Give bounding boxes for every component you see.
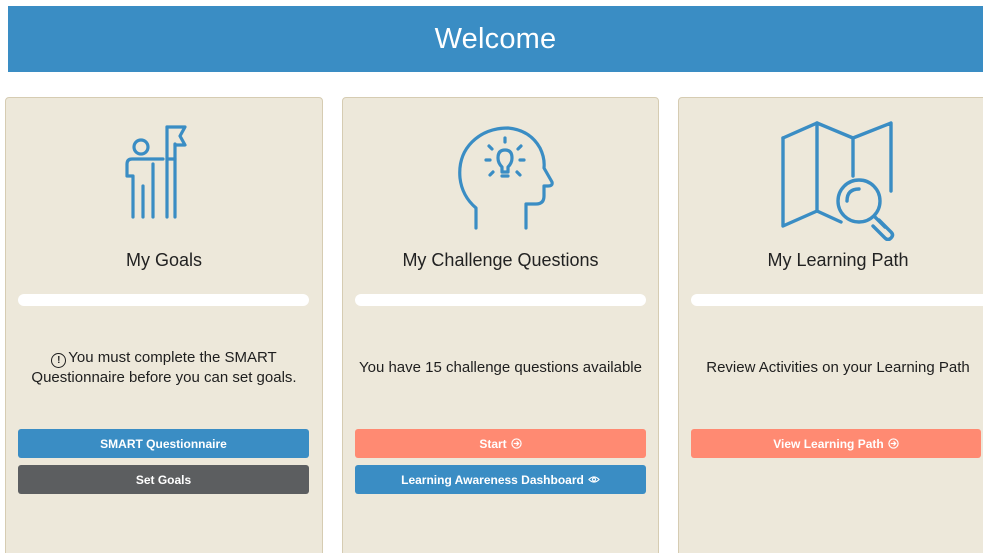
challenge-card: My Challenge Questions You have 15 chall… (342, 97, 659, 553)
warning-icon: ! (51, 353, 67, 368)
learning-awareness-dashboard-label: Learning Awareness Dashboard (401, 472, 584, 487)
dashboard-page: Welcome My Goals ! You must complete the … (0, 0, 983, 553)
goals-message: ! You must complete the SMART Questionnai… (16, 348, 312, 387)
page-title: Welcome (434, 22, 557, 55)
smart-questionnaire-label: SMART Questionnaire (100, 436, 227, 451)
goals-progress-bar (18, 294, 309, 306)
map-magnifier-icon (679, 116, 983, 241)
view-learning-path-label: View Learning Path (773, 436, 884, 451)
head-lightbulb-icon (343, 116, 658, 241)
person-with-flag-icon (6, 116, 322, 241)
arrow-circle-right-icon (510, 438, 522, 449)
goals-card-title: My Goals (125, 250, 203, 270)
welcome-banner: Welcome (8, 6, 983, 72)
learning-path-message: Review Activities on your Learning Path (706, 359, 970, 376)
goals-message-text: You must complete the SMART Questionnair… (31, 349, 297, 386)
learning-path-progress-bar (691, 294, 983, 306)
view-learning-path-button[interactable]: View Learning Path (691, 429, 981, 458)
challenge-progress-bar (355, 294, 646, 306)
challenge-message: You have 15 challenge questions availabl… (358, 359, 642, 376)
smart-questionnaire-button[interactable]: SMART Questionnaire (18, 429, 309, 458)
set-goals-button[interactable]: Set Goals (18, 465, 309, 494)
goals-card: My Goals ! You must complete the SMART Qu… (5, 97, 323, 553)
arrow-circle-right-icon (888, 438, 899, 449)
set-goals-label: Set Goals (135, 472, 192, 487)
learning-path-card: My Learning Path Review Activities on yo… (678, 97, 983, 553)
challenge-card-title: My Challenge Questions (402, 250, 599, 270)
eye-icon (588, 475, 600, 484)
learning-awareness-dashboard-button[interactable]: Learning Awareness Dashboard (355, 465, 646, 494)
start-label: Start (479, 436, 507, 451)
start-button[interactable]: Start (355, 429, 646, 458)
learning-path-card-title: My Learning Path (767, 250, 909, 270)
